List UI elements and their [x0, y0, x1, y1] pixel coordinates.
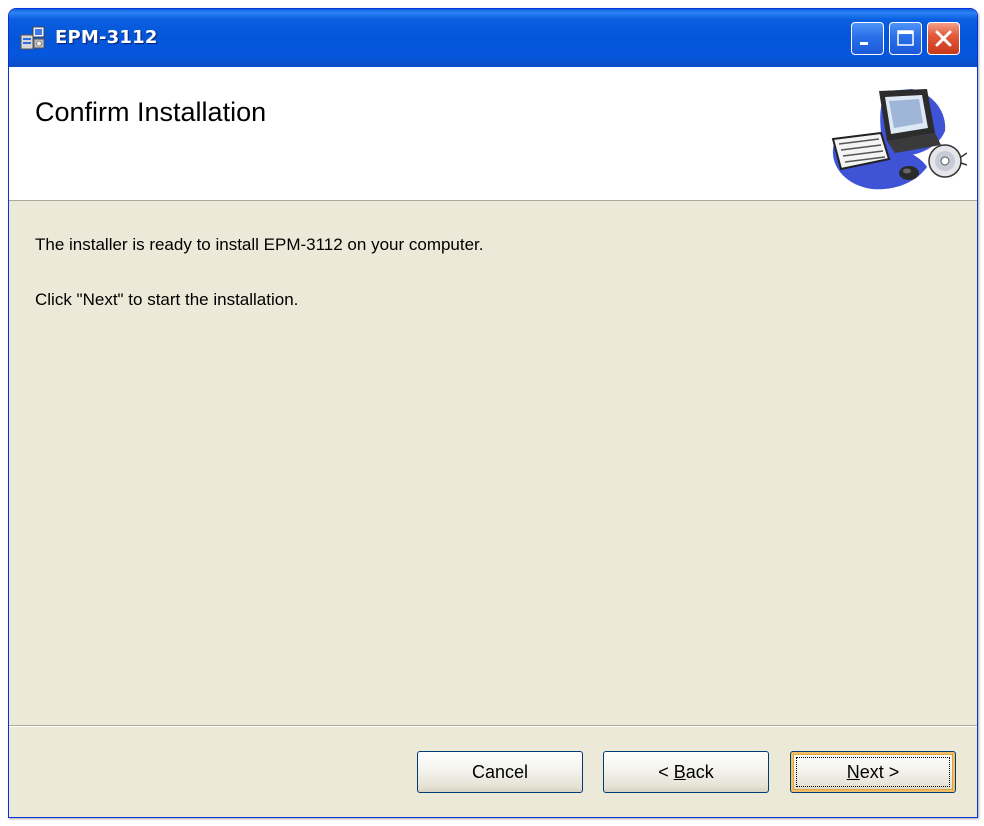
minimize-button[interactable]	[851, 22, 884, 55]
window-title: EPM-3112	[55, 27, 158, 48]
footer-divider-highlight	[9, 726, 977, 727]
back-button-rest: ack	[685, 762, 714, 782]
cancel-button[interactable]: Cancel	[417, 751, 583, 793]
maximize-button[interactable]	[889, 22, 922, 55]
next-button-rest: ext >	[859, 762, 900, 782]
instruction-message: Click "Next" to start the installation.	[35, 290, 299, 309]
next-button[interactable]: Next >	[790, 751, 956, 793]
header-banner: Confirm Installation	[9, 67, 977, 201]
next-button-mnemonic: N	[846, 762, 860, 782]
installer-window: EPM-3112 Confirm Installation The instal…	[8, 8, 978, 818]
back-button-mnemonic: B	[673, 762, 686, 782]
computer-cd-icon	[817, 81, 968, 193]
back-button-prefix: <	[658, 762, 674, 782]
close-button[interactable]	[927, 22, 960, 55]
page-title: Confirm Installation	[35, 97, 267, 127]
cancel-button-label: Cancel	[471, 762, 529, 782]
installer-icon	[19, 25, 47, 51]
back-button[interactable]: < Back	[603, 751, 769, 793]
title-bar[interactable]: EPM-3112	[9, 9, 977, 67]
ready-message: The installer is ready to install EPM-31…	[35, 235, 484, 254]
